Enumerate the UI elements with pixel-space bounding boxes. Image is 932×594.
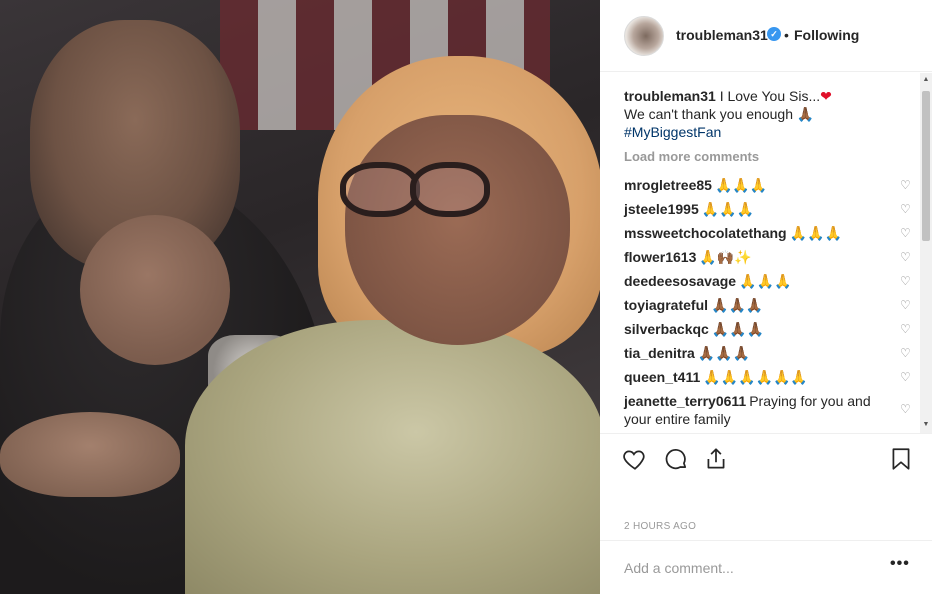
list-item: flower1613 🙏🙌🏾✨ ♡ <box>624 245 912 269</box>
comment-like-heart-icon[interactable]: ♡ <box>900 323 912 335</box>
comments-section: troubleman31 I Love You Sis...❤ We can't… <box>600 73 932 433</box>
bookmark-icon[interactable] <box>888 446 914 472</box>
comment-username[interactable]: flower1613 <box>624 249 696 265</box>
comment-like-heart-icon[interactable]: ♡ <box>900 227 912 239</box>
comment-like-heart-icon[interactable]: ♡ <box>900 371 912 383</box>
comment-like-heart-icon[interactable]: ♡ <box>900 179 912 191</box>
list-item: jeanette_terry0611 Praying for you and yo… <box>624 389 912 429</box>
comment-username[interactable]: silverbackqc <box>624 321 709 337</box>
post-actions <box>600 433 932 483</box>
comment-username[interactable]: toyiagrateful <box>624 297 708 313</box>
comment-username[interactable]: mrogletree85 <box>624 177 712 193</box>
post-timestamp[interactable]: 2 HOURS AGO <box>624 521 696 532</box>
comment-text: 🙏🙏🙏 <box>714 177 768 193</box>
comment-text: 🙏🙏🙏 <box>739 273 792 289</box>
load-more-comments-button[interactable]: Load more comments <box>624 149 759 164</box>
list-item: mrogletree85 🙏🙏🙏 ♡ <box>624 173 912 197</box>
comment-username[interactable]: tia_denitra <box>624 345 695 361</box>
post-caption: troubleman31 I Love You Sis...❤ We can't… <box>624 87 904 141</box>
add-comment-input[interactable] <box>624 555 874 581</box>
woman-figure <box>185 320 600 594</box>
comment-bubble-icon[interactable] <box>663 446 689 472</box>
list-item: queen_t411 🙏🙏🙏🙏🙏🙏 ♡ <box>624 365 912 389</box>
comment-text: 🙏🙏🙏 <box>701 201 755 217</box>
header-separator: • <box>784 27 789 43</box>
verified-badge-icon: ✓ <box>767 27 781 41</box>
comment-text: 🙏🙏🙏 <box>789 225 842 241</box>
scrollbar-thumb[interactable] <box>922 91 930 241</box>
comment-text: 🙏🙏🙏🙏🙏🙏 <box>703 369 808 385</box>
glasses-left <box>340 162 420 217</box>
man-hand <box>80 215 230 365</box>
comment-like-heart-icon[interactable]: ♡ <box>900 251 912 263</box>
add-comment-bar: ••• <box>600 540 932 594</box>
comment-text: 🙏🙌🏾✨ <box>699 249 752 265</box>
comment-username[interactable]: jeanette_terry0611 <box>624 393 746 409</box>
comment-like-heart-icon[interactable]: ♡ <box>900 299 912 311</box>
comments-scrollbar[interactable]: ▲ ▼ <box>920 73 932 433</box>
post-header: troubleman31 ✓ • Following <box>600 0 932 72</box>
list-item: deedeesosavage 🙏🙏🙏 ♡ <box>624 269 912 293</box>
comment-username[interactable]: mssweetchocolatethang <box>624 225 787 241</box>
caption-hashtag[interactable]: #MyBiggestFan <box>624 123 904 141</box>
avatar[interactable] <box>624 16 664 56</box>
comment-username[interactable]: deedeesosavage <box>624 273 736 289</box>
comment-like-heart-icon[interactable]: ♡ <box>900 347 912 359</box>
following-button[interactable]: Following <box>794 27 859 43</box>
more-options-icon[interactable]: ••• <box>890 555 910 573</box>
list-item: tia_denitra 🙏🏾🙏🏾🙏🏾 ♡ <box>624 341 912 365</box>
comment-like-heart-icon[interactable]: ♡ <box>900 203 912 215</box>
comment-list: mrogletree85 🙏🙏🙏 ♡ jsteele1995 🙏🙏🙏 ♡ msswe… <box>624 173 912 429</box>
list-item: silverbackqc 🙏🏾🙏🏾🙏🏾 ♡ <box>624 317 912 341</box>
post-photo[interactable] <box>0 0 600 594</box>
scroll-up-arrow-icon[interactable]: ▲ <box>922 76 930 84</box>
heart-emoji: ❤ <box>820 88 832 104</box>
comment-text: 🙏🏾🙏🏾🙏🏾 <box>711 321 765 337</box>
comment-username[interactable]: jsteele1995 <box>624 201 699 217</box>
scroll-down-arrow-icon[interactable]: ▼ <box>922 421 930 429</box>
post-side-panel: troubleman31 ✓ • Following troubleman31 … <box>600 0 932 594</box>
caption-line-2: We can't thank you enough 🙏🏾 <box>624 106 815 122</box>
comment-like-heart-icon[interactable]: ♡ <box>900 403 912 415</box>
heart-outline-icon[interactable] <box>622 446 648 472</box>
list-item: toyiagrateful 🙏🏾🙏🏾🙏🏾 ♡ <box>624 293 912 317</box>
list-item: mssweetchocolatethang 🙏🙏🙏 ♡ <box>624 221 912 245</box>
header-username[interactable]: troubleman31 <box>676 27 768 43</box>
list-item: jsteele1995 🙏🙏🙏 ♡ <box>624 197 912 221</box>
caption-username[interactable]: troubleman31 <box>624 88 716 104</box>
comment-text: 🙏🏾🙏🏾🙏🏾 <box>711 297 764 313</box>
share-icon[interactable] <box>703 446 729 472</box>
comment-username[interactable]: queen_t411 <box>624 369 700 385</box>
woman-face <box>345 115 570 345</box>
comment-like-heart-icon[interactable]: ♡ <box>900 275 912 287</box>
open-palm <box>0 412 180 497</box>
caption-line-1: I Love You Sis... <box>719 88 821 104</box>
comment-text: 🙏🏾🙏🏾🙏🏾 <box>697 345 751 361</box>
glasses-right <box>410 162 490 217</box>
